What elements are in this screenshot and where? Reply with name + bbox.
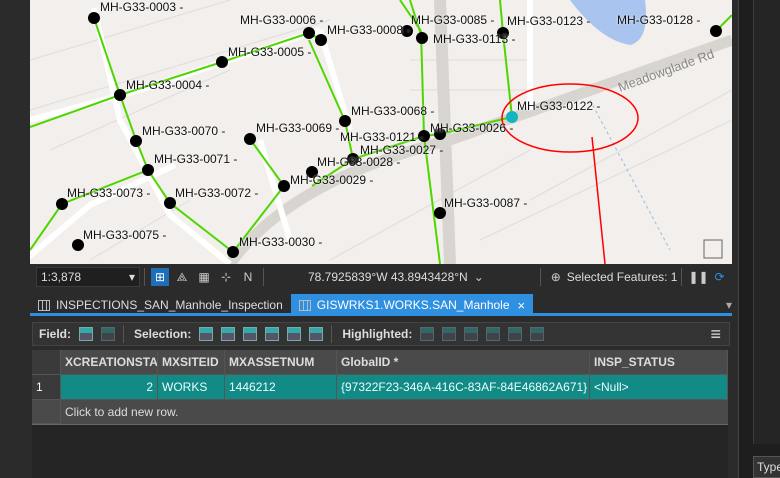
tab-san-manhole[interactable]: GISWRKS1.WORKS.SAN_Manhole ×: [290, 294, 534, 316]
type-label: Type: [753, 456, 780, 478]
grid-icon[interactable]: ▦: [195, 268, 213, 286]
highlight-all-icon[interactable]: [508, 327, 523, 341]
map-label: MH-G33-0005 -: [228, 45, 312, 59]
scale-value: 1:3,878: [41, 270, 82, 284]
map-label: MH-G33-0122 -: [517, 99, 601, 113]
table-cell[interactable]: 1446212: [225, 375, 337, 400]
highlight-icon[interactable]: [442, 327, 457, 341]
zoom-to-selection-icon[interactable]: [221, 327, 236, 341]
attribute-table: XCREATIONSTATE MXSITEID MXASSETNUM Globa…: [32, 350, 728, 478]
refresh-icon[interactable]: ⟳: [710, 268, 728, 286]
switch-selection-icon[interactable]: [243, 327, 258, 341]
grid-snap-icon[interactable]: ⊞: [151, 268, 169, 286]
selected-features-count[interactable]: Selected Features: 1: [567, 270, 678, 284]
map-label: MH-G33-0113 -: [433, 32, 516, 46]
map-label: MH-G33-0071 -: [154, 152, 238, 166]
table-cell[interactable]: 2: [61, 375, 158, 400]
map-label: MH-G33-0085 -: [411, 13, 495, 27]
table-cell[interactable]: <Null>: [590, 375, 728, 400]
map-label: MH-G33-0075 -: [83, 228, 167, 242]
highlighted-label: Highlighted:: [342, 327, 413, 341]
map-label: MH-G33-0073 -: [67, 186, 151, 200]
zoom-highlighted-icon[interactable]: [464, 327, 479, 341]
column-header[interactable]: INSP_STATUS: [590, 350, 728, 375]
chevron-down-icon[interactable]: ⌄: [470, 268, 488, 286]
map-label: MH-G33-0028 -: [317, 155, 401, 169]
table-cell[interactable]: WORKS: [158, 375, 225, 400]
coordinates-readout: 78.7925839°W 43.8943428°N: [308, 270, 468, 284]
selection-label: Selection:: [134, 327, 192, 341]
constraints-icon[interactable]: ⊹: [217, 268, 235, 286]
column-header[interactable]: GlobalID *: [337, 350, 590, 375]
table-icon: [38, 299, 50, 311]
field-label: Field:: [39, 327, 71, 341]
tabs-dropdown-icon[interactable]: ▾: [726, 294, 732, 313]
table-row[interactable]: 1 2 WORKS 1446212 {97322F23-346A-416C-83…: [32, 375, 728, 400]
chevron-down-icon: ▾: [128, 270, 135, 284]
map-label: MH-G33-0128 -: [617, 13, 701, 27]
tab-inspections[interactable]: INSPECTIONS_SAN_Manhole_Inspection: [30, 294, 291, 316]
column-header[interactable]: XCREATIONSTATE: [61, 350, 158, 375]
table-toolbar: Field: Selection: Highlighted: ≡: [32, 322, 730, 346]
switch-highlighted-icon[interactable]: [486, 327, 501, 341]
table-header: XCREATIONSTATE MXSITEID MXASSETNUM Globa…: [32, 350, 728, 375]
snapping-icon[interactable]: ⟁: [173, 268, 191, 286]
calculate-field-icon[interactable]: [101, 327, 115, 341]
add-row[interactable]: Click to add new row.: [32, 400, 728, 425]
table-tabs: INSPECTIONS_SAN_Manhole_Inspection GISWR…: [30, 294, 732, 316]
north-arrow-icon[interactable]: N: [239, 268, 257, 286]
map-label: MH-G33-0006 -: [240, 13, 324, 27]
map-label: MH-G33-0004 -: [126, 78, 210, 92]
basemap-attribution-icon: [703, 239, 723, 259]
map-label: MH-G33-0008 -: [327, 23, 411, 37]
menu-icon[interactable]: ≡: [710, 324, 721, 345]
select-by-attributes-icon[interactable]: [199, 327, 214, 341]
map-label: MH-G33-0069 -: [256, 121, 340, 135]
column-header[interactable]: MXASSETNUM: [225, 350, 337, 375]
highlight-icon[interactable]: [420, 327, 435, 341]
map-label: MH-G33-0030 -: [239, 235, 323, 249]
select-all-corner[interactable]: [32, 350, 61, 375]
map-label: MH-G33-0003 -: [100, 0, 184, 14]
map-label: MH-G33-0070 -: [142, 124, 226, 138]
map-label: MH-G33-0068 -: [351, 104, 435, 118]
row-number: [32, 400, 61, 424]
add-row-label[interactable]: Click to add new row.: [61, 400, 182, 424]
map-label: MH-G33-0029 -: [290, 173, 374, 187]
table-cell[interactable]: {97322F23-346A-416C-83AF-84E46862A671}: [337, 375, 590, 400]
clear-selection-icon[interactable]: [287, 327, 302, 341]
table-icon: [298, 299, 311, 311]
row-number[interactable]: 1: [32, 375, 61, 400]
map-label: MH-G33-0026 -: [430, 121, 514, 135]
map-label: MH-G33-0121 -: [340, 130, 424, 144]
tab-label: INSPECTIONS_SAN_Manhole_Inspection: [56, 298, 283, 312]
right-dock: Type: [738, 0, 780, 478]
map-label: MH-G33-0123 -: [507, 14, 591, 28]
map-label: MH-G33-0072 -: [175, 186, 259, 200]
column-header[interactable]: MXSITEID: [158, 350, 225, 375]
tab-label: GISWRKS1.WORKS.SAN_Manhole: [316, 298, 510, 312]
panel-box: [753, 0, 780, 444]
select-all-icon[interactable]: [265, 327, 280, 341]
add-field-icon[interactable]: [79, 327, 93, 341]
map-status-bar: 1:3,878 ▾ ⊞ ⟁ ▦ ⊹ N 78.7925839°W 43.89434…: [30, 264, 732, 290]
left-dock: [0, 0, 30, 478]
pause-icon[interactable]: ❚❚: [688, 268, 708, 286]
map-label: MH-G33-0087 -: [444, 196, 528, 210]
selected-features-icon[interactable]: ⊕: [547, 268, 565, 286]
map-view[interactable]: Meadowglade Rd MH-G33-0003 - MH-G33-0006…: [30, 0, 732, 264]
close-icon[interactable]: ×: [518, 298, 526, 313]
copy-selection-icon[interactable]: [309, 327, 324, 341]
delete-highlighted-icon[interactable]: [530, 327, 545, 341]
scale-select[interactable]: 1:3,878 ▾: [36, 267, 140, 287]
